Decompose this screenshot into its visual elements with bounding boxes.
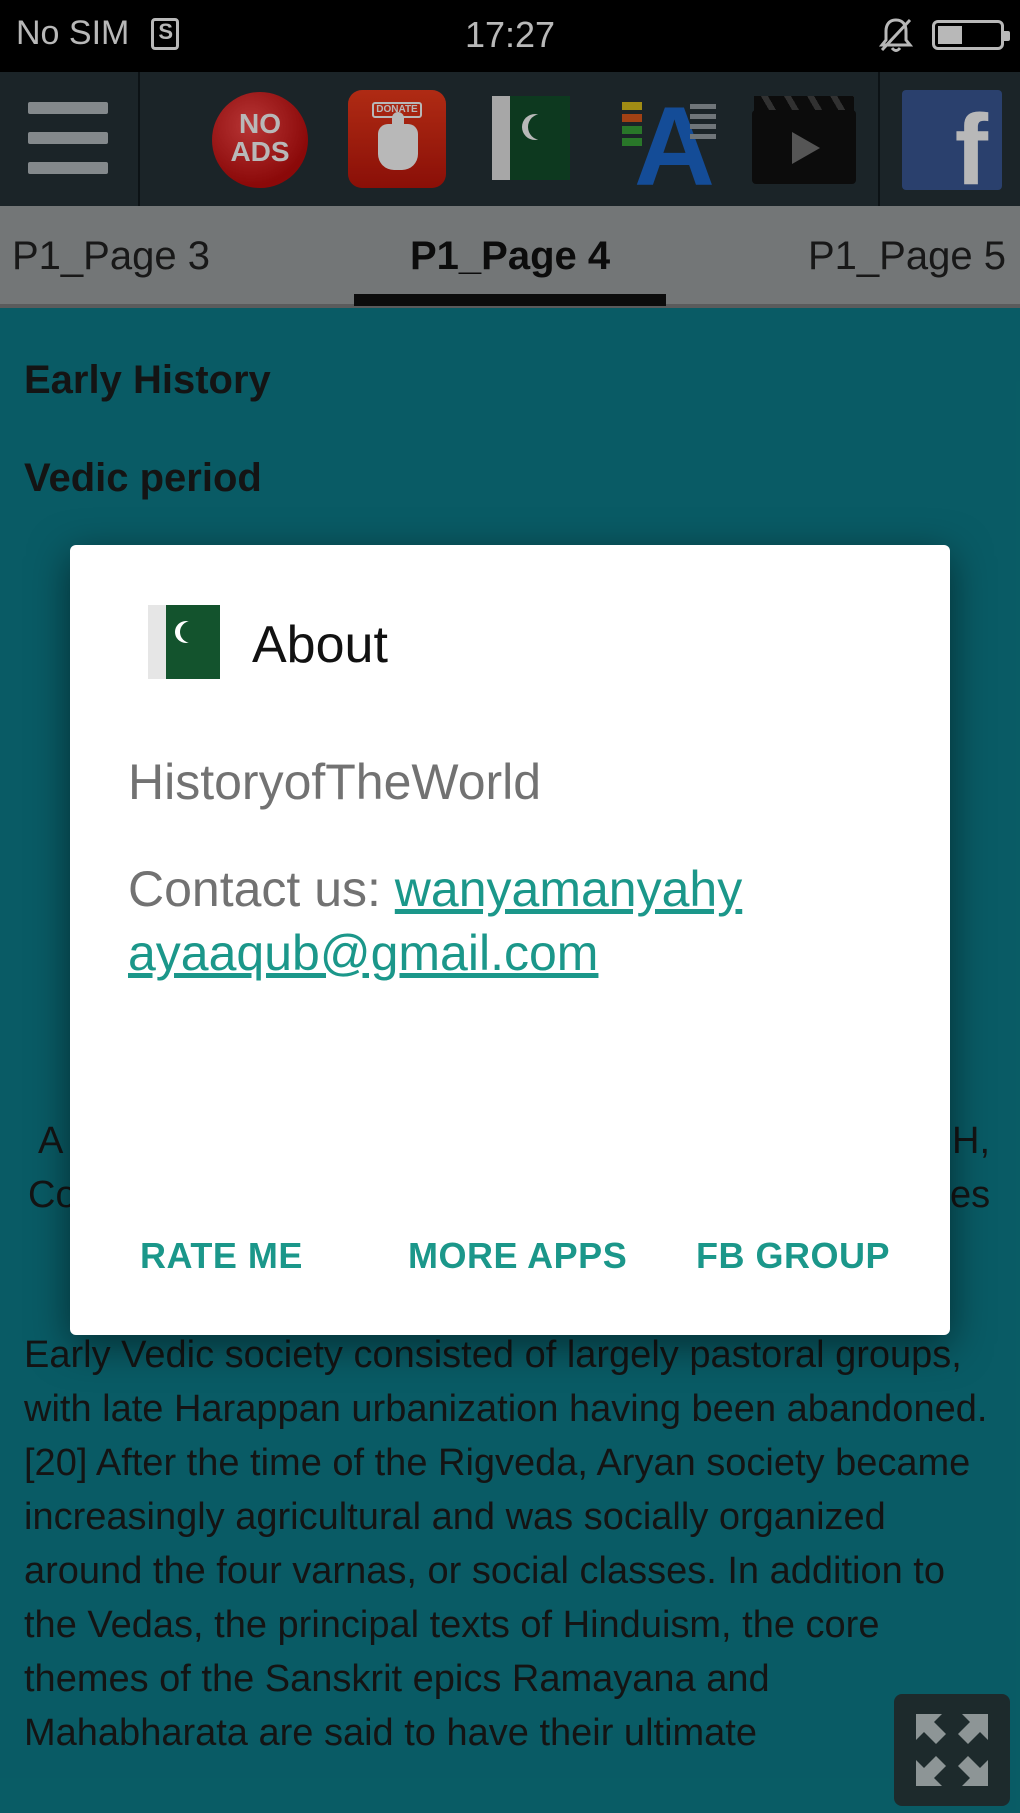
crescent-icon (180, 621, 202, 643)
about-dialog: About HistoryofTheWorld Contact us: wany… (70, 545, 950, 1335)
dialog-title: About (252, 616, 388, 674)
fb-group-button[interactable]: FB GROUP (696, 1235, 890, 1277)
contact-info: Contact us: wanyamanyahyayaaqub@gmail.co… (128, 857, 748, 985)
app-name: HistoryofTheWorld (128, 754, 542, 810)
rate-me-button[interactable]: RATE ME (140, 1235, 303, 1277)
app-icon (148, 605, 220, 679)
more-apps-button[interactable]: MORE APPS (408, 1235, 627, 1277)
contact-label: Contact us: (128, 861, 395, 917)
